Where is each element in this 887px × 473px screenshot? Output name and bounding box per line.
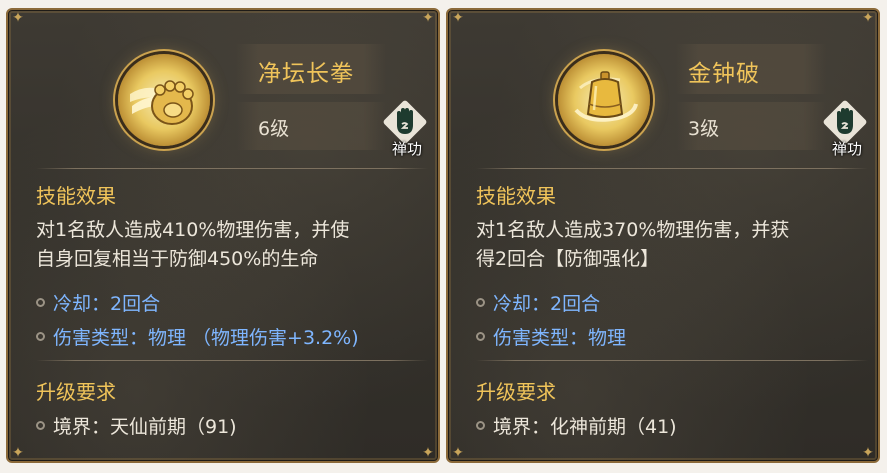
effect-title: 技能效果	[36, 184, 116, 208]
requirement-text: 境界：天仙前期（91)	[53, 416, 237, 438]
bullet-icon	[36, 298, 45, 307]
skill-type-badge: 禅功	[821, 99, 871, 158]
skill-card-right: ✦ ✦ ✦ ✦ 金钟破 3级 禅功 技能效果 对1名敌人造成370%物理伤害，并…	[446, 8, 880, 463]
damage-type-text: 伤害类型：物理	[493, 327, 627, 349]
corner-ornament-icon: ✦	[452, 445, 464, 461]
divider	[476, 168, 868, 169]
bullet-icon	[476, 298, 485, 307]
corner-ornament-icon: ✦	[862, 445, 874, 461]
cooldown-row: 冷却：2回合	[36, 289, 160, 316]
skill-compare-screen: ✦ ✦ ✦ ✦ 净坛长拳 6级 禅功 技能效果 对1名敌人造成410%物理伤害，…	[0, 0, 887, 473]
skill-name: 金钟破	[688, 61, 760, 87]
cooldown-text: 冷却：2回合	[493, 293, 601, 315]
hand-icon	[837, 108, 853, 134]
skill-level: 3级	[688, 118, 720, 140]
hand-icon	[397, 108, 413, 134]
cooldown-text: 冷却：2回合	[53, 293, 161, 315]
skill-type-label: 禅功	[391, 140, 422, 158]
divider	[36, 168, 428, 169]
bullet-icon	[36, 421, 45, 430]
effect-line: 自身回复相当于防御450%的生命	[36, 248, 319, 270]
effect-title: 技能效果	[476, 184, 556, 208]
effect-line: 对1名敌人造成410%物理伤害，并使	[36, 219, 350, 241]
damage-type-text: 伤害类型：物理 （物理伤害+3.2%)	[53, 327, 359, 349]
divider	[36, 360, 428, 361]
bullet-icon	[476, 421, 485, 430]
skill-type-badge: 禅功	[381, 99, 431, 158]
skill-card-left: ✦ ✦ ✦ ✦ 净坛长拳 6级 禅功 技能效果 对1名敌人造成410%物理伤害，…	[6, 8, 440, 463]
effect-description: 对1名敌人造成410%物理伤害，并使 自身回复相当于防御450%的生命	[36, 216, 436, 274]
skill-type-label: 禅功	[831, 140, 862, 158]
damage-type-row: 伤害类型：物理	[476, 323, 626, 350]
golden-bell-icon	[558, 54, 650, 146]
corner-ornament-icon: ✦	[422, 10, 434, 26]
effect-line: 对1名敌人造成370%物理伤害，并获	[476, 219, 790, 241]
bullet-icon	[476, 332, 485, 341]
damage-type-row: 伤害类型：物理 （物理伤害+3.2%)	[36, 323, 359, 350]
bullet-icon	[36, 332, 45, 341]
cooldown-row: 冷却：2回合	[476, 289, 600, 316]
requirement-text: 境界：化神前期（41)	[493, 416, 677, 438]
effect-description: 对1名敌人造成370%物理伤害，并获 得2回合【防御强化】	[476, 216, 876, 274]
skill-name: 净坛长拳	[258, 61, 354, 87]
upgrade-title: 升级要求	[476, 380, 556, 404]
corner-ornament-icon: ✦	[422, 445, 434, 461]
corner-ornament-icon: ✦	[862, 10, 874, 26]
skill-level: 6级	[258, 118, 290, 140]
paw-fist-icon	[118, 54, 210, 146]
upgrade-title: 升级要求	[36, 380, 116, 404]
corner-ornament-icon: ✦	[12, 10, 24, 26]
requirement-row: 境界：天仙前期（91)	[36, 412, 237, 439]
requirement-row: 境界：化神前期（41)	[476, 412, 677, 439]
divider	[476, 360, 868, 361]
corner-ornament-icon: ✦	[452, 10, 464, 26]
effect-line: 得2回合【防御强化】	[476, 248, 660, 270]
corner-ornament-icon: ✦	[12, 445, 24, 461]
